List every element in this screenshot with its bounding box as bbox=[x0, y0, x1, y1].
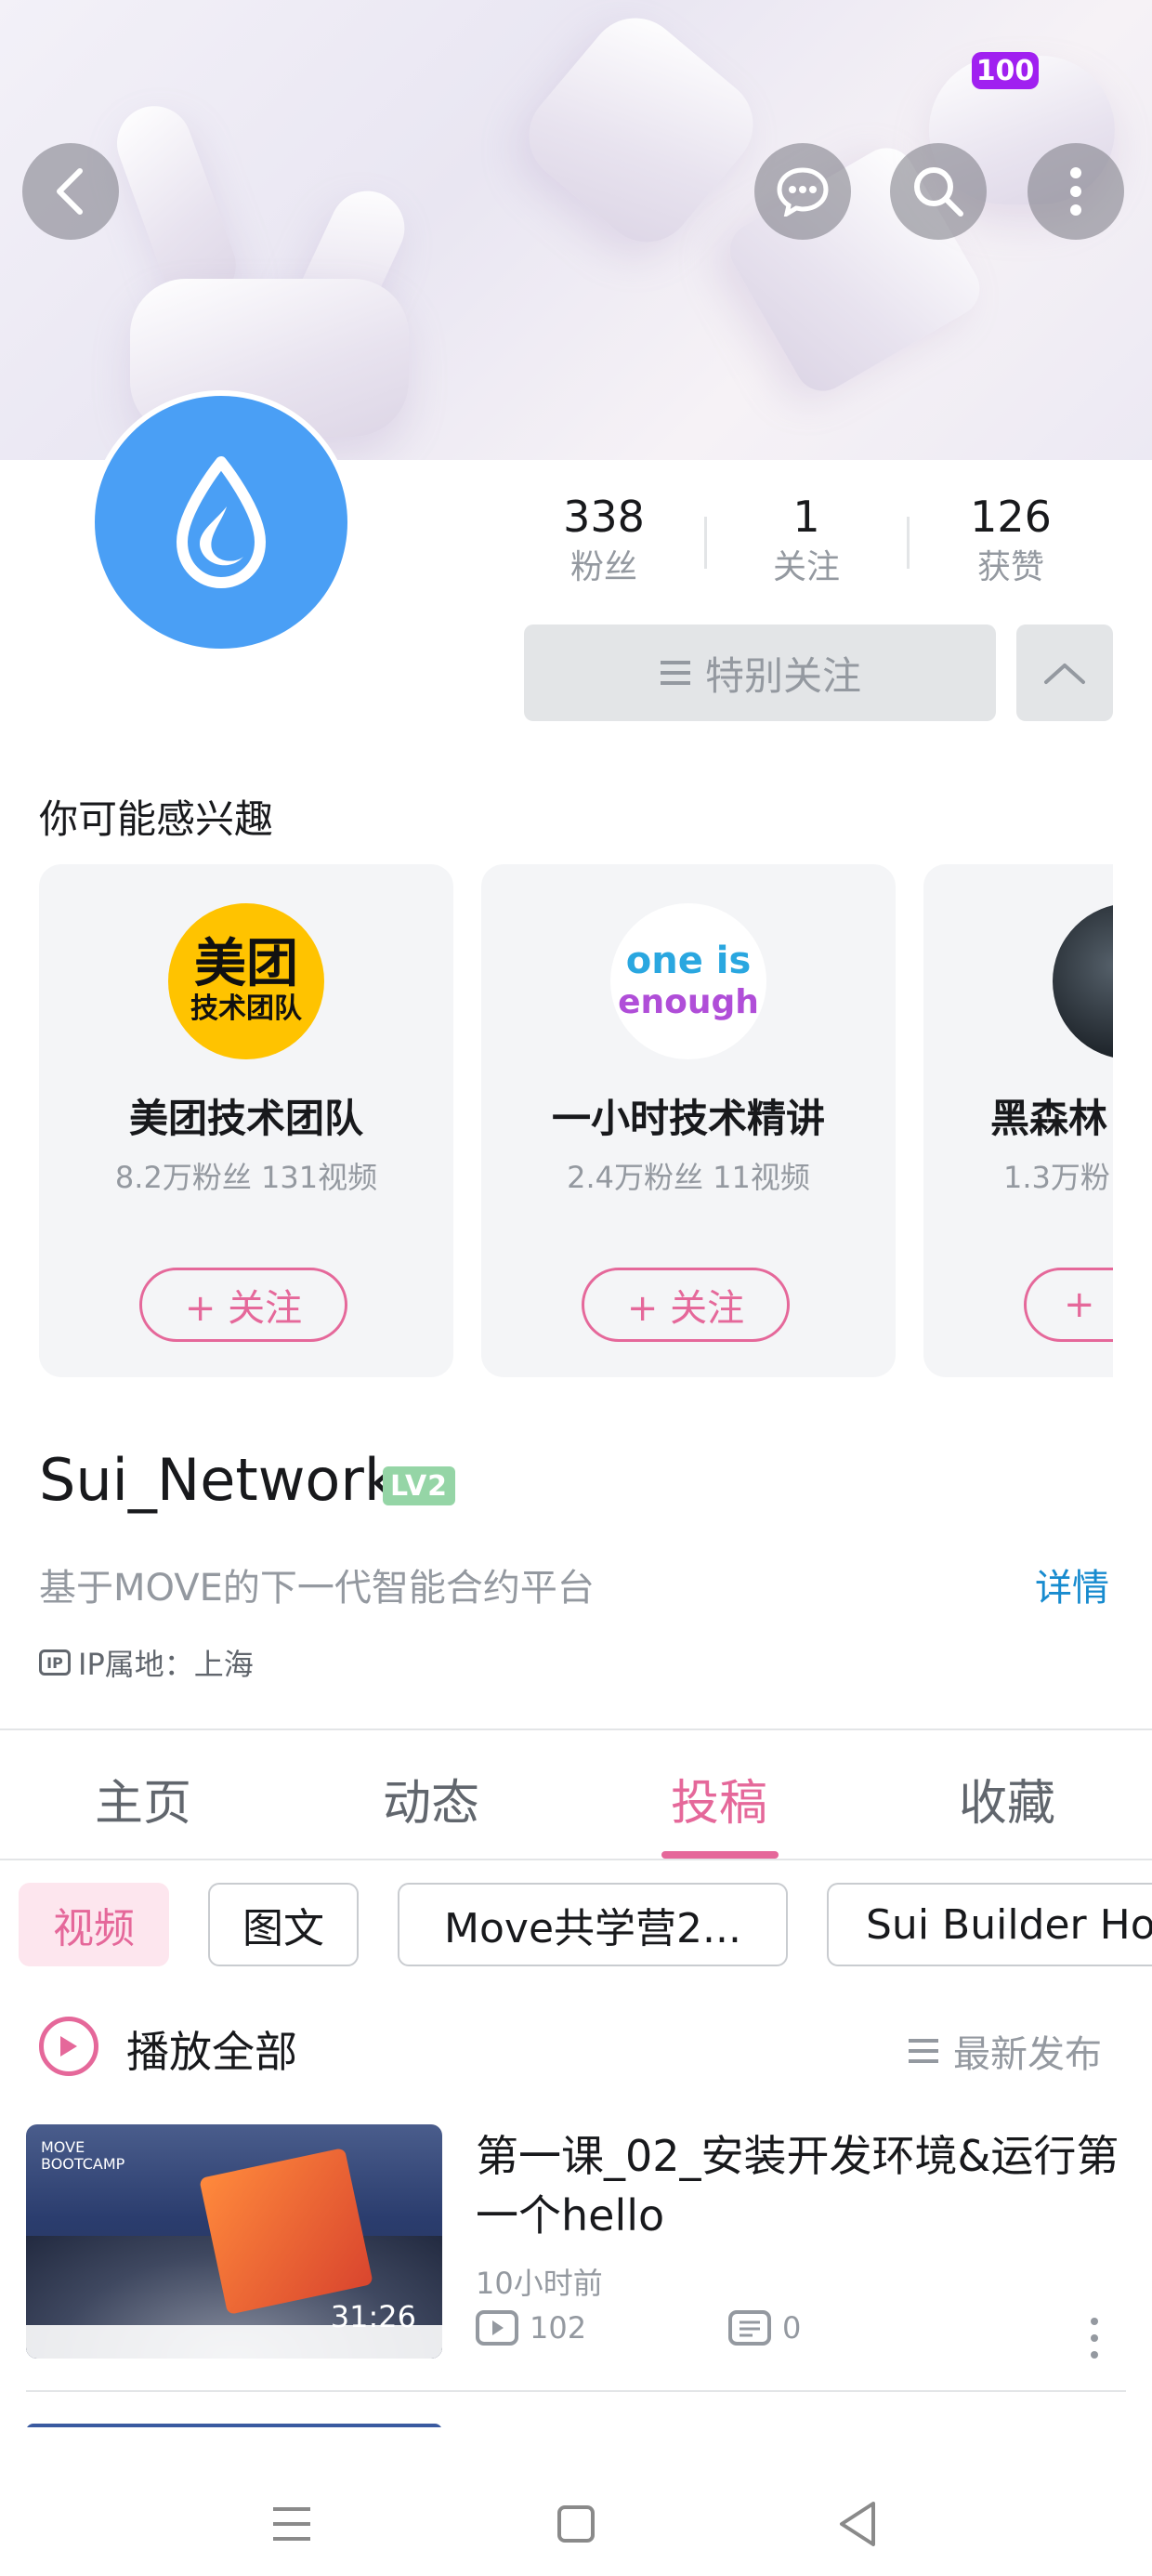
black-forest-avatar bbox=[1053, 903, 1113, 1059]
level-badge: LV2 bbox=[383, 1466, 455, 1505]
recommend-name: 美团技术团队 bbox=[128, 1096, 363, 1141]
special-follow-button[interactable]: 特别关注 bbox=[524, 624, 996, 721]
fans-label: 粉丝 bbox=[569, 548, 637, 586]
username: Sui_Network bbox=[39, 1446, 398, 1514]
special-follow-label: 特别关注 bbox=[704, 652, 861, 699]
play-all-label[interactable]: 播放全部 bbox=[126, 2018, 297, 2080]
tab-dynamics[interactable]: 动态 bbox=[338, 1764, 524, 1833]
play-count-icon bbox=[476, 2310, 518, 2346]
recommend-card[interactable]: 黑森林 1.3万粉 + bbox=[923, 864, 1113, 1377]
video-comments: 0 bbox=[728, 2310, 801, 2346]
video-views: 102 bbox=[476, 2310, 586, 2346]
logo-text: 技术团队 bbox=[190, 992, 302, 1025]
recommend-name: 一小时技术精讲 bbox=[551, 1096, 825, 1141]
search-button[interactable] bbox=[890, 143, 987, 240]
following-stat[interactable]: 1 关注 bbox=[723, 489, 890, 591]
logo-text: 美团 bbox=[194, 934, 298, 994]
recommend-meta: 8.2万粉丝 131视频 bbox=[114, 1160, 378, 1195]
list-icon bbox=[660, 661, 690, 685]
tab-indicator bbox=[661, 1851, 779, 1859]
more-vertical-icon bbox=[1091, 2318, 1098, 2359]
ip-icon: IP bbox=[39, 1649, 71, 1676]
stat-divider bbox=[907, 517, 910, 569]
chevron-left-icon bbox=[57, 168, 83, 215]
chip-image-text[interactable]: 图文 bbox=[208, 1883, 359, 1966]
recommend-card[interactable]: one is enough 一小时技术精讲 2.4万粉丝 11视频 + 关注 bbox=[481, 864, 896, 1377]
recommend-card[interactable]: 美团 技术团队 美团技术团队 8.2万粉丝 131视频 + 关注 bbox=[39, 864, 453, 1377]
collapse-recommend-button[interactable] bbox=[1016, 624, 1113, 721]
thumbnail-caption: MOVE BOOTCAMP bbox=[41, 2138, 125, 2173]
more-vertical-icon bbox=[1070, 167, 1081, 216]
chip-move-camp[interactable]: Move共学营2... bbox=[398, 1883, 788, 1966]
comment-count-icon bbox=[728, 2310, 771, 2346]
one-is-enough-logo: one is enough bbox=[610, 903, 766, 1059]
fans-count: 338 bbox=[563, 492, 645, 542]
recommend-title: 你可能感兴趣 bbox=[39, 796, 274, 842]
play-all-icon[interactable] bbox=[39, 2017, 98, 2076]
video-comments-count: 0 bbox=[782, 2310, 802, 2346]
recommend-meta: 1.3万粉 bbox=[1003, 1160, 1110, 1195]
follow-button[interactable]: + 关注 bbox=[139, 1268, 347, 1342]
bio-text: 基于MOVE的下一代智能合约平台 bbox=[39, 1567, 595, 1610]
system-navigation-bar bbox=[0, 2427, 1152, 2576]
stat-divider bbox=[704, 517, 707, 569]
detail-link[interactable]: 详情 bbox=[1035, 1557, 1109, 1611]
fans-stat[interactable]: 338 粉丝 bbox=[520, 489, 687, 591]
sort-button[interactable]: 最新发布 bbox=[907, 2024, 1102, 2078]
logo-text: one is bbox=[625, 940, 752, 982]
ip-location: IP IP属地：上海 bbox=[39, 1641, 254, 1684]
chevron-up-icon bbox=[1044, 664, 1085, 684]
sort-label: 最新发布 bbox=[953, 2033, 1102, 2076]
recommend-carousel[interactable]: 美团 技术团队 美团技术团队 8.2万粉丝 131视频 + 关注 one is … bbox=[39, 864, 1113, 1381]
likes-stat[interactable]: 126 获赞 bbox=[927, 489, 1094, 591]
divider bbox=[26, 2390, 1126, 2392]
video-duration: 31:26 bbox=[330, 2299, 416, 2334]
more-menu-button[interactable] bbox=[1028, 143, 1124, 240]
menu-icon[interactable] bbox=[269, 2505, 314, 2543]
back-button[interactable] bbox=[22, 143, 119, 240]
following-label: 关注 bbox=[772, 548, 840, 586]
recommend-name: 黑森林 bbox=[990, 1096, 1108, 1141]
tab-favorites[interactable]: 收藏 bbox=[914, 1764, 1100, 1833]
sort-list-icon bbox=[909, 2039, 938, 2063]
follow-button[interactable]: + 关注 bbox=[582, 1268, 790, 1342]
logo-text: enough bbox=[618, 983, 759, 1021]
message-button[interactable] bbox=[754, 143, 851, 240]
video-title[interactable]: 第一课_02_安装开发环境&运行第一个hello bbox=[476, 2126, 1126, 2245]
video-thumbnail[interactable]: MOVE BOOTCAMP 31:26 bbox=[26, 2124, 442, 2359]
back-nav-icon[interactable] bbox=[836, 2500, 879, 2548]
recommend-meta: 2.4万粉丝 11视频 bbox=[567, 1160, 810, 1195]
meituan-logo: 美团 技术团队 bbox=[168, 903, 324, 1059]
tab-uploads[interactable]: 投稿 bbox=[626, 1764, 812, 1833]
chip-sui-builder[interactable]: Sui Builder Ho bbox=[827, 1883, 1152, 1966]
chat-bubble-icon bbox=[777, 167, 829, 217]
divider bbox=[0, 1728, 1152, 1730]
chip-video[interactable]: 视频 bbox=[19, 1883, 169, 1966]
following-count: 1 bbox=[792, 492, 820, 542]
tab-home[interactable]: 主页 bbox=[50, 1764, 236, 1833]
ip-location-text: IP属地：上海 bbox=[78, 1647, 254, 1682]
sui-drop-logo-icon bbox=[177, 456, 266, 588]
battery-indicator: 100 bbox=[972, 52, 1039, 89]
avatar[interactable] bbox=[89, 390, 353, 654]
video-more-button[interactable] bbox=[1089, 2316, 1100, 2360]
banner-decoration bbox=[510, 0, 772, 261]
likes-label: 获赞 bbox=[976, 548, 1044, 586]
search-icon bbox=[914, 167, 963, 217]
home-icon[interactable] bbox=[556, 2504, 596, 2544]
follow-button[interactable]: + bbox=[1024, 1268, 1113, 1342]
likes-count: 126 bbox=[970, 492, 1052, 542]
divider bbox=[0, 1859, 1152, 1860]
video-views-count: 102 bbox=[530, 2310, 587, 2346]
video-time: 10小时前 bbox=[476, 2266, 603, 2301]
play-icon bbox=[60, 2036, 77, 2057]
